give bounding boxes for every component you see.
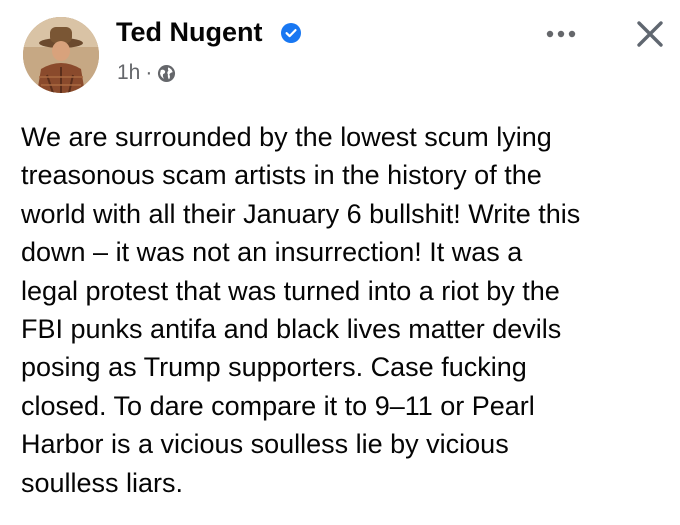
- post-text-line: treasonous scam artists in the history o…: [21, 160, 542, 191]
- close-button[interactable]: [630, 14, 670, 54]
- post-text-line: legal protest that was turned into a rio…: [21, 275, 560, 306]
- close-icon: [637, 21, 663, 47]
- post-text-line: soulless liars.: [21, 467, 184, 498]
- post-text-line: world with all their January 6 bullshit!…: [21, 198, 581, 229]
- post-text-line: Harbor is a vicious soulless lie by vici…: [21, 429, 509, 460]
- post-text-line: posing as Trump supporters. Case fucking: [21, 352, 527, 383]
- post-text-line: FBI punks antifa and black lives matter …: [21, 314, 562, 345]
- verified-badge-icon: [281, 23, 301, 43]
- more-options-icon: [546, 30, 576, 38]
- more-options-button[interactable]: [541, 24, 581, 44]
- post-text-line: closed. To dare compare it to 9–11 or Pe…: [21, 390, 535, 421]
- post-header: Ted Nugent 1h ·: [0, 0, 680, 110]
- post-text: We are surrounded by the lowest scum lyi…: [21, 118, 661, 502]
- avatar-image: [23, 17, 99, 93]
- post-timestamp[interactable]: 1h: [117, 61, 140, 85]
- meta-separator: ·: [145, 61, 153, 84]
- post-text-line: We are surrounded by the lowest scum lyi…: [21, 122, 552, 152]
- post-meta: 1h ·: [117, 60, 176, 86]
- post-text-line: down – it was not an insurrection! It wa…: [21, 237, 523, 268]
- author-name[interactable]: Ted Nugent: [116, 14, 262, 50]
- avatar[interactable]: [23, 17, 99, 93]
- globe-icon[interactable]: [157, 64, 176, 83]
